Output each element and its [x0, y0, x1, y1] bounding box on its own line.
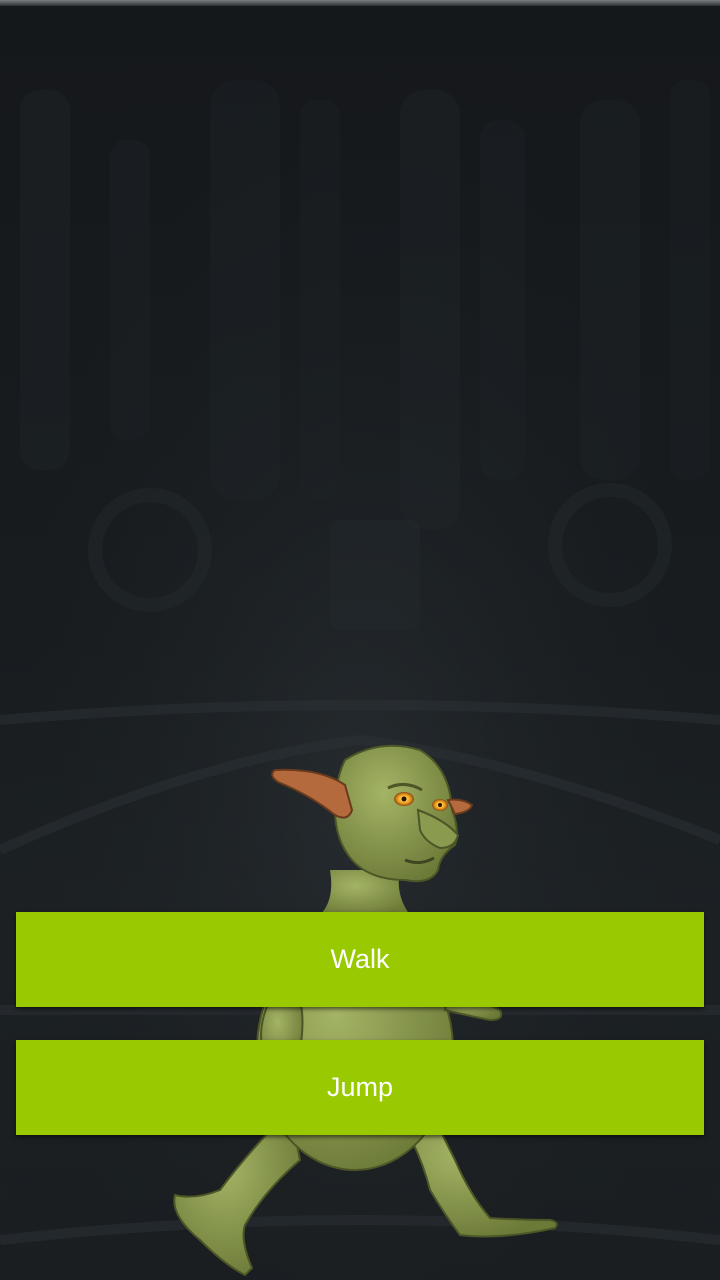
jump-button[interactable]: Jump — [16, 1040, 704, 1135]
walk-button[interactable]: Walk — [16, 912, 704, 1007]
game-screen: Walk Jump — [0, 0, 720, 1280]
jump-button-label: Jump — [326, 1072, 394, 1102]
status-bar-shadow — [0, 0, 720, 6]
walk-button-label: Walk — [330, 944, 390, 974]
